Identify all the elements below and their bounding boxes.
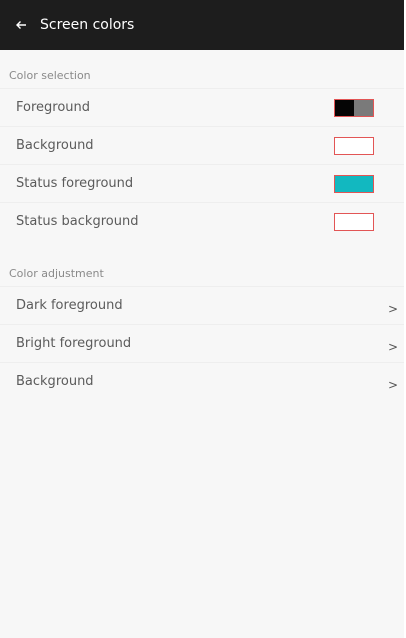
- setting-bright-foreground[interactable]: Bright foreground >: [0, 324, 404, 362]
- color-swatch-background[interactable]: [334, 136, 374, 155]
- chevron-right-icon: >: [387, 377, 398, 392]
- chevron-right-icon: >: [387, 301, 398, 316]
- setting-adjust-background[interactable]: Background >: [0, 362, 404, 400]
- swatch-part: [335, 175, 373, 192]
- setting-foreground[interactable]: Foreground: [0, 88, 404, 126]
- arrow-left-icon[interactable]: [14, 18, 28, 32]
- setting-label: Background: [16, 374, 94, 389]
- section-header-color-adjustment: Color adjustment: [9, 267, 104, 280]
- screen-colors-page: Screen colors Color selection Foreground…: [0, 0, 406, 638]
- setting-label: Background: [16, 138, 94, 153]
- app-bar: Screen colors: [0, 0, 404, 50]
- setting-label: Status foreground: [16, 176, 134, 191]
- swatch-part: [335, 213, 373, 230]
- setting-status-background[interactable]: Status background: [0, 202, 404, 240]
- color-swatch-status-foreground[interactable]: [334, 174, 374, 193]
- color-swatch-foreground[interactable]: [334, 98, 374, 117]
- swatch-part: [354, 99, 373, 116]
- setting-label: Status background: [16, 214, 139, 229]
- page-title: Screen colors: [40, 17, 135, 33]
- swatch-part: [335, 137, 373, 154]
- setting-dark-foreground[interactable]: Dark foreground >: [0, 286, 404, 324]
- section-header-color-selection: Color selection: [9, 69, 91, 82]
- swatch-part: [335, 99, 354, 116]
- setting-status-foreground[interactable]: Status foreground: [0, 164, 404, 202]
- setting-background[interactable]: Background: [0, 126, 404, 164]
- setting-label: Foreground: [16, 100, 91, 115]
- color-swatch-status-background[interactable]: [334, 212, 374, 231]
- chevron-right-icon: >: [387, 339, 398, 354]
- setting-label: Bright foreground: [16, 336, 132, 351]
- setting-label: Dark foreground: [16, 298, 123, 313]
